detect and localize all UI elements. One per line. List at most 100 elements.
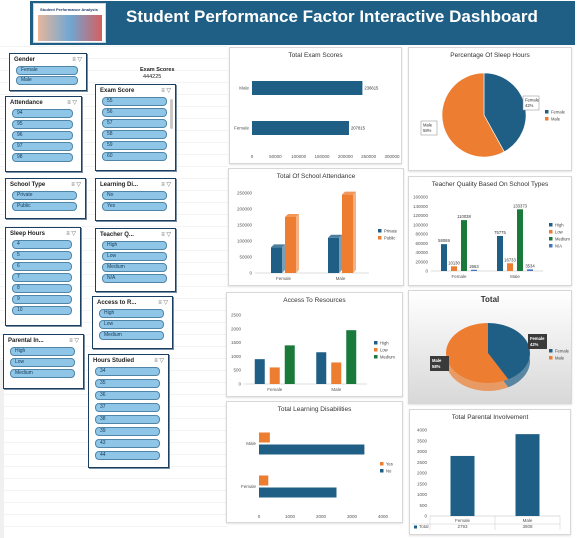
sleep-hours-panel[interactable]: Percentage Of Sleep Hours Female 42% Male 5… [408,47,572,171]
y-tick-label: 4000 [417,428,428,433]
clear-filter-icon[interactable]: ≡ ▽ [158,299,168,306]
slicer-item[interactable]: 39 [95,427,160,436]
slicer-item[interactable]: 4 [12,240,72,249]
bar-side [339,234,342,273]
banner-thumbnail-image: Student Performance Analysis [33,3,106,43]
slicer-sleep-hours[interactable]: Sleep Hours ≡ ▽ 4 5 6 7 8 9 10 [5,227,81,326]
slicer-item[interactable]: Female [16,66,78,75]
teacher-quality-chart: 0 20000 40000 60000 80000 100000 120000 140000 1… [413,195,570,280]
slicer-title: School Type [10,182,46,188]
slicer-access-to-resources[interactable]: Access to R... ≡ ▽ High Low Medium [92,296,173,349]
slicer-item[interactable]: 97 [12,142,73,151]
slicer-item[interactable]: 9 [12,295,72,304]
sleep-hours-pie-chart: Female42%Male58%FemaleMale [420,72,566,158]
kpi-label: Exam Scores [140,67,175,73]
legend-swatch [374,341,378,345]
slicer-gender[interactable]: Gender ≡ ▽ Female Male [9,53,87,91]
slicer-attendance[interactable]: Attendance ≡ ▽ 94 95 96 97 98 [5,96,82,172]
bar [252,121,349,135]
x-tick-label: Female [267,387,283,392]
slicer-item[interactable]: 36 [95,391,160,400]
clear-filter-icon[interactable]: ≡ ▽ [69,337,79,344]
pie-data-label: Female [525,98,540,103]
y-tick-label: 50000 [239,255,252,260]
slicer-title: Attendance [10,100,43,106]
x-tick-label: 0 [258,514,261,519]
clear-filter-icon[interactable]: ≡ ▽ [154,357,164,364]
slicer-item[interactable]: 58 [102,130,167,139]
slicer-item[interactable]: 98 [12,153,73,162]
slicer-item[interactable]: 95 [12,120,73,129]
x-tick-label: 4000 [378,514,389,519]
clear-filter-icon[interactable]: ≡ ▽ [66,230,76,237]
slicer-item[interactable]: Low [99,320,164,329]
slicer-item[interactable]: 38 [95,415,160,424]
slicer-school-type[interactable]: School Type ≡ ▽ Private Public [5,178,86,219]
slicer-item[interactable]: 6 [12,262,72,271]
bar [461,220,467,271]
slicer-item[interactable]: 44 [95,451,160,460]
thumbnail-art [38,15,102,41]
total-pie-panel[interactable]: Total Female 42% Male 58% Female Male [408,290,572,404]
teacher-quality-panel[interactable]: Teacher Quality Based On School Types 02… [408,176,572,286]
slicer-item[interactable]: 57 [102,119,167,128]
school-attendance-panel[interactable]: Total Of School Attendance 0 50000 100000 1… [228,168,404,286]
y-tick-label: 0 [425,269,428,274]
bar [259,432,270,443]
slicer-item[interactable]: 56 [102,108,167,117]
legend-swatch [378,236,382,240]
data-label: 75775 [494,230,506,235]
y-tick-label: 2000 [417,471,428,476]
slicer-item[interactable]: 96 [12,131,73,140]
slicer-item[interactable]: 34 [95,367,160,376]
slicer-item[interactable]: 8 [12,284,72,293]
slicer-scrollbar[interactable] [170,99,173,129]
access-resources-panel[interactable]: Access To Resources 0 500 1000 1500 2000 2500… [226,292,403,397]
slicer-item[interactable]: 60 [102,152,167,161]
slicer-item[interactable]: 35 [95,379,160,388]
slicer-item[interactable]: Medium [99,331,164,340]
slicer-item[interactable]: High [10,347,75,356]
slicer-item[interactable]: Yes [102,202,167,211]
slicer-parental-involvement[interactable]: Parental In... ≡ ▽ High Low Medium [3,334,84,389]
y-tick-label: Female [234,126,250,131]
clear-filter-icon[interactable]: ≡ ▽ [161,231,171,238]
slicer-item[interactable]: 5 [12,251,72,260]
x-tick-label: 100000 [291,154,307,159]
slicer-item[interactable]: 7 [12,273,72,282]
slicer-item[interactable]: Medium [10,369,75,378]
y-tick-label: Female [241,484,257,489]
slicer-item[interactable]: Medium [102,263,167,272]
clear-filter-icon[interactable]: ≡ ▽ [67,99,77,106]
clear-filter-icon[interactable]: ≡ ▽ [72,56,82,63]
slicer-item[interactable]: 37 [95,403,160,412]
dashboard-title: Student Performance Factor Interactive D… [126,7,538,26]
slicer-item[interactable]: Private [12,191,77,200]
total-exam-scores-panel[interactable]: Total Exam Scores 0 50000 100000 150000 2000… [229,47,402,164]
slicer-item[interactable]: Low [102,252,167,261]
slicer-item[interactable]: High [102,241,167,250]
clear-filter-icon[interactable]: ≡ ▽ [71,181,81,188]
slicer-item[interactable]: 59 [102,141,167,150]
parental-involvement-panel[interactable]: Total Parental Involvement 0 500 1000 1500 2… [409,409,571,535]
slicer-item[interactable]: Public [12,202,77,211]
clear-filter-icon[interactable]: ≡ ▽ [161,181,171,188]
slicer-item[interactable]: 43 [95,439,160,448]
slicer-item[interactable]: N/A [102,274,167,283]
slicer-learning-disabilities[interactable]: Learning Di... ≡ ▽ No Yes [95,178,176,221]
slicer-exam-score[interactable]: Exam Score ≡ ▽ 55 56 57 58 59 60 [95,84,176,171]
slicer-item[interactable]: Male [16,76,78,85]
slicer-hours-studied[interactable]: Hours Studied ≡ ▽ 34 35 36 37 38 39 43 44 [88,354,169,468]
clear-filter-icon[interactable]: ≡ ▽ [161,87,171,94]
slicer-item[interactable]: Low [10,358,75,367]
slicer-item[interactable]: 94 [12,109,73,118]
slicer-title: Sleep Hours [10,231,46,237]
slicer-title: Gender [14,57,36,63]
slicer-item[interactable]: High [99,309,164,318]
slicer-item[interactable]: No [102,191,167,200]
learning-disabilities-panel[interactable]: Total Learning Disabilities 0 1000 2000 300… [226,401,403,523]
slicer-item[interactable]: 55 [102,97,167,106]
x-tick-label: Female [455,518,471,523]
slicer-teacher-quality[interactable]: Teacher Q... ≡ ▽ High Low Medium N/A [95,228,176,292]
slicer-item[interactable]: 10 [12,306,72,315]
